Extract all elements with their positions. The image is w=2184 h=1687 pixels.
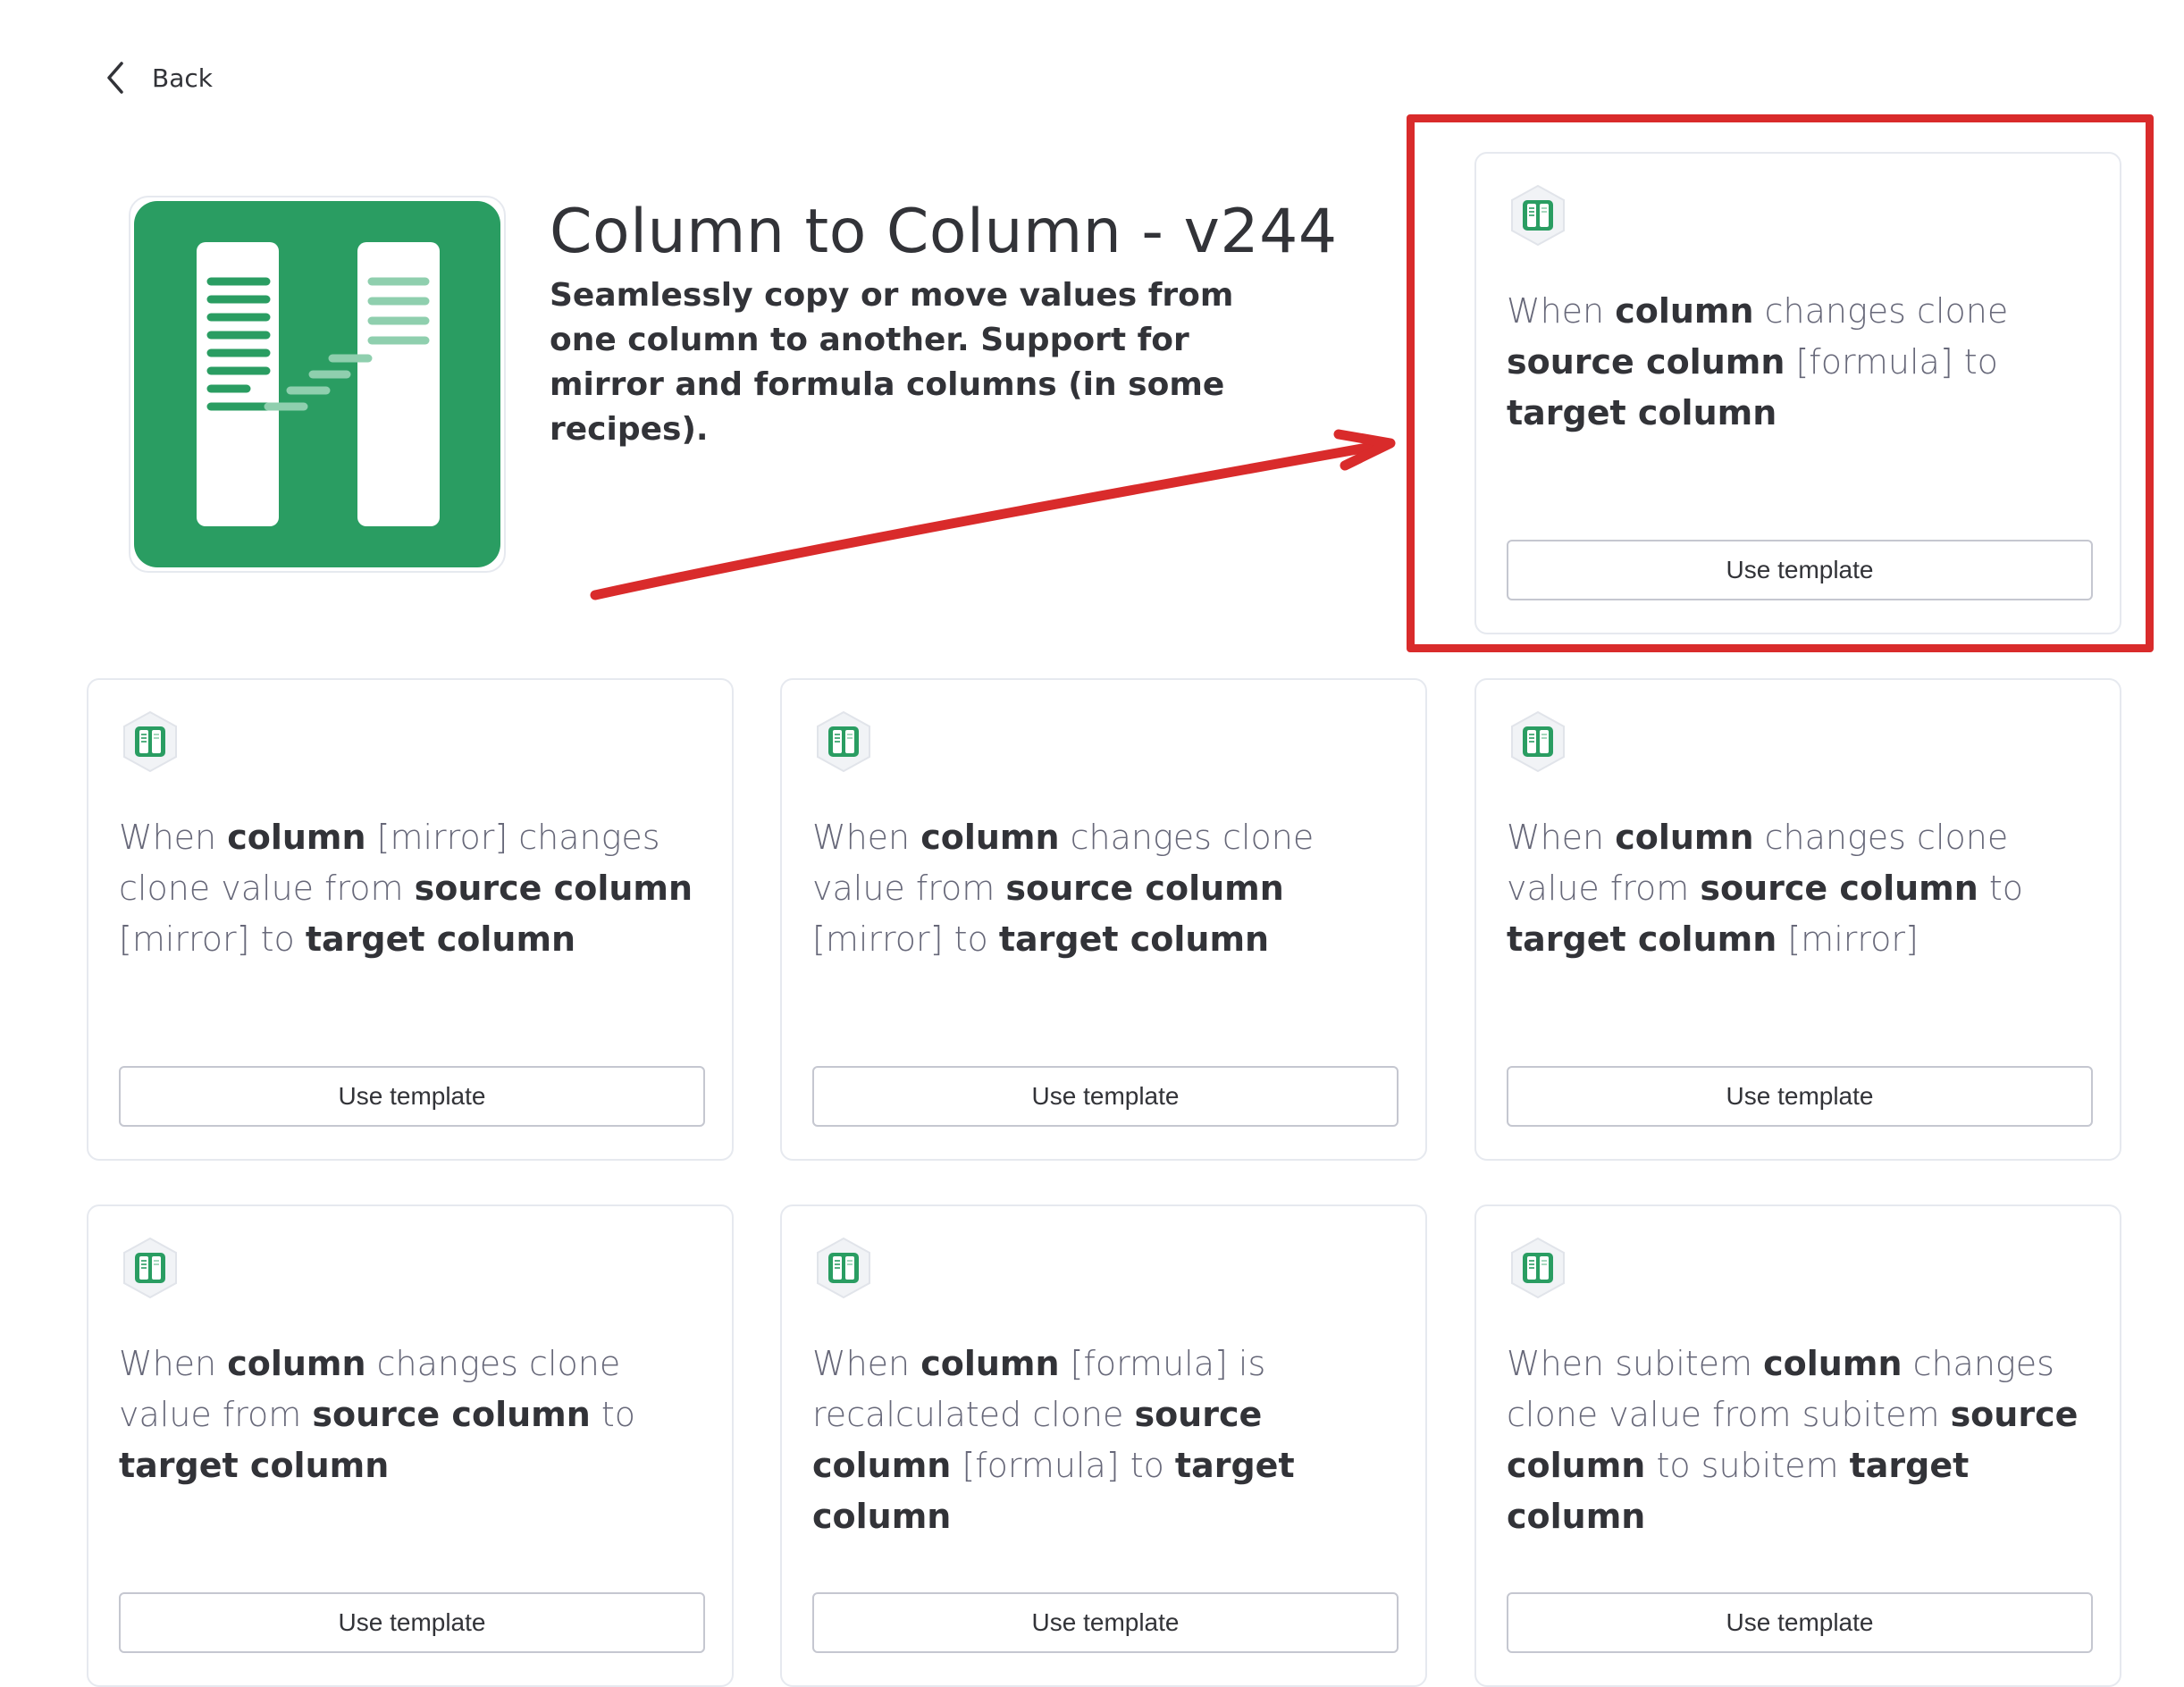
recipe-segment: changes clone: [1753, 291, 2009, 331]
template-card: When column changes clone value from sou…: [780, 678, 1427, 1161]
recipe-keyword: target column: [305, 919, 576, 959]
recipe-keyword: source column: [312, 1395, 591, 1434]
template-card: When subitem column changes clone value …: [1474, 1204, 2121, 1687]
template-card: When column [mirror] changes clone value…: [87, 678, 734, 1161]
recipe-segment: When: [1507, 291, 1616, 331]
recipe-text: When column changes clone value from sou…: [1507, 812, 2096, 965]
recipe-keyword: column: [227, 1344, 366, 1383]
column-to-column-icon: [119, 710, 181, 773]
column-to-column-icon: [1507, 184, 1569, 247]
recipe-text: When column changes clone value from sou…: [812, 812, 1402, 965]
recipe-segment: to: [590, 1395, 636, 1434]
use-template-button[interactable]: Use template: [119, 1592, 705, 1653]
recipe-segment: When: [812, 818, 921, 857]
recipe-segment: to subitem: [1645, 1446, 1850, 1485]
column-to-column-icon: [812, 710, 875, 773]
column-to-column-icon: [1507, 710, 1569, 773]
recipe-keyword: target column: [119, 1446, 390, 1485]
recipe-keyword: target column: [998, 919, 1270, 959]
recipe-segment: When: [119, 1344, 228, 1383]
back-link[interactable]: Back: [104, 55, 213, 100]
use-template-button[interactable]: Use template: [812, 1592, 1399, 1653]
app-title: Column to Column - v244: [550, 197, 1338, 267]
template-card: When column changes clone source column …: [1474, 152, 2121, 634]
template-card: When column [formula] is recalculated cl…: [780, 1204, 1427, 1687]
template-card: When column changes clone value from sou…: [1474, 678, 2121, 1161]
recipe-segment: to: [1978, 869, 2024, 908]
back-label: Back: [152, 63, 213, 93]
use-template-button[interactable]: Use template: [1507, 1066, 2093, 1127]
use-template-button[interactable]: Use template: [812, 1066, 1399, 1127]
recipe-keyword: column: [227, 818, 366, 857]
column-to-column-icon: [119, 1237, 181, 1299]
recipe-segment: [formula] to: [1785, 342, 1998, 382]
recipe-text: When column [formula] is recalculated cl…: [812, 1339, 1402, 1542]
recipe-text: When column changes clone source column …: [1507, 286, 2096, 439]
recipe-segment: [formula] to: [951, 1446, 1175, 1485]
recipe-segment: [mirror] to: [119, 919, 306, 959]
recipe-keyword: target column: [1507, 393, 1777, 432]
recipe-keyword: column: [1615, 291, 1754, 331]
recipe-keyword: source column: [1005, 869, 1284, 908]
use-template-button[interactable]: Use template: [1507, 1592, 2093, 1653]
recipe-segment: [mirror]: [1777, 919, 1919, 959]
recipe-keyword: column: [1763, 1344, 1903, 1383]
app-logo: [129, 196, 506, 573]
recipe-keyword: column: [920, 1344, 1060, 1383]
recipe-keyword: source column: [1507, 342, 1785, 382]
recipe-keyword: column: [1615, 818, 1754, 857]
column-to-column-icon: [134, 201, 500, 567]
app-description: Seamlessly copy or move values from one …: [550, 277, 1234, 448]
recipe-segment: When: [119, 818, 228, 857]
column-to-column-icon: [812, 1237, 875, 1299]
template-card: When column changes clone value from sou…: [87, 1204, 734, 1687]
column-to-column-icon: [1507, 1237, 1569, 1299]
recipe-segment: When subitem: [1507, 1344, 1764, 1383]
recipe-keyword: column: [920, 818, 1060, 857]
recipe-text: When column [mirror] changes clone value…: [119, 812, 709, 965]
use-template-button[interactable]: Use template: [1507, 540, 2093, 600]
recipe-keyword: target column: [1507, 919, 1777, 959]
recipe-segment: [mirror] to: [812, 919, 999, 959]
recipe-segment: When: [812, 1344, 921, 1383]
use-template-button[interactable]: Use template: [119, 1066, 705, 1127]
chevron-left-icon: [107, 62, 123, 94]
recipe-keyword: source column: [414, 869, 693, 908]
recipe-segment: When: [1507, 818, 1616, 857]
recipe-text: When subitem column changes clone value …: [1507, 1339, 2096, 1542]
recipe-keyword: source column: [1700, 869, 1978, 908]
recipe-text: When column changes clone value from sou…: [119, 1339, 709, 1491]
